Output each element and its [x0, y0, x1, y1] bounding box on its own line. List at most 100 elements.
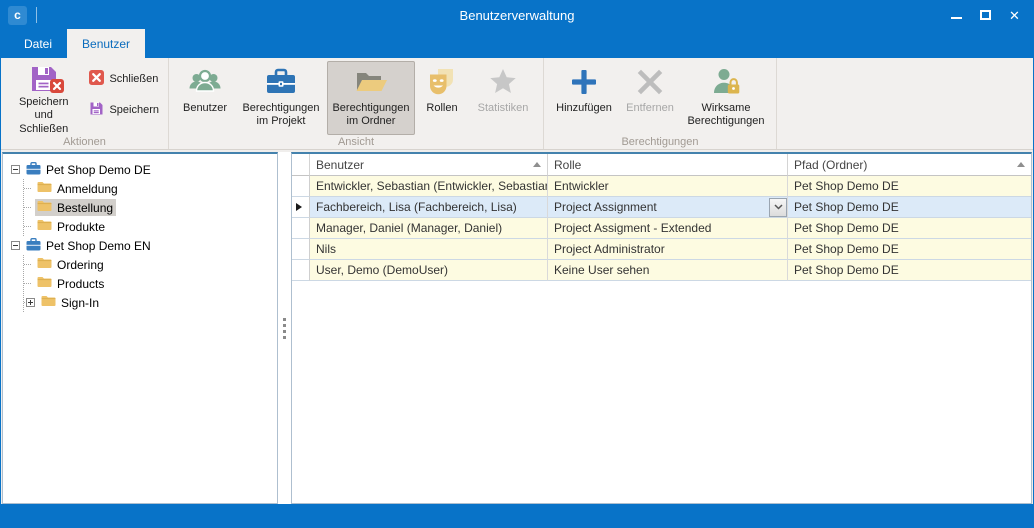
- window-controls: ✕: [942, 1, 1029, 29]
- grid-row[interactable]: User, Demo (DemoUser) Keine User sehen P…: [292, 260, 1031, 281]
- cell-benutzer[interactable]: User, Demo (DemoUser): [310, 260, 548, 281]
- project-tree-panel: Pet Shop Demo DE Anmeldung: [2, 152, 278, 504]
- tab-datei[interactable]: Datei: [9, 29, 67, 58]
- tree-item-bestellung[interactable]: Bestellung: [24, 198, 277, 217]
- cell-pfad[interactable]: Pet Shop Demo DE: [788, 218, 1031, 239]
- cell-rolle[interactable]: Project Assigment - Extended: [548, 218, 788, 239]
- tree-item-project-en[interactable]: Pet Shop Demo EN: [11, 236, 277, 255]
- chevron-down-icon: [774, 204, 783, 210]
- ribbon-group-aktionen: Speichern und Schließen Schließen Speich…: [1, 58, 169, 149]
- grid-row[interactable]: Nils Project Administrator Pet Shop Demo…: [292, 239, 1031, 260]
- cell-pfad[interactable]: Pet Shop Demo DE: [788, 260, 1031, 281]
- minimize-button[interactable]: [942, 1, 971, 29]
- tree-item-label: Products: [57, 277, 104, 291]
- folder-icon: [37, 200, 52, 215]
- entfernen-button[interactable]: Entfernen: [620, 61, 680, 135]
- close-badge-icon: [50, 79, 64, 97]
- panel-splitter[interactable]: [278, 152, 291, 504]
- tree-item-content[interactable]: Sign-In: [39, 294, 102, 311]
- open-folder-icon: [353, 64, 389, 100]
- tree-item-ordering[interactable]: Ordering: [24, 255, 277, 274]
- tree-item-project-de[interactable]: Pet Shop Demo DE: [11, 160, 277, 179]
- cell-rolle[interactable]: Project Administrator: [548, 239, 788, 260]
- maximize-icon: [980, 10, 991, 20]
- sort-asc-icon: [533, 162, 541, 167]
- tab-benutzer[interactable]: Benutzer: [67, 29, 145, 58]
- tree-item-content[interactable]: Anmeldung: [35, 180, 121, 197]
- berechtigungen-ordner-button[interactable]: Berechtigungen im Ordner: [327, 61, 415, 135]
- cell-rolle[interactable]: Keine User sehen: [548, 260, 788, 281]
- close-button[interactable]: ✕: [1000, 1, 1029, 29]
- cell-benutzer[interactable]: Manager, Daniel (Manager, Daniel): [310, 218, 548, 239]
- app-logo-letter: c: [14, 8, 21, 22]
- group-label-aktionen: Aktionen: [1, 136, 168, 148]
- permissions-grid: Benutzer Rolle Pfad (Ordner) Entwickler,…: [292, 154, 1031, 281]
- tree-item-sign-in[interactable]: Sign-In: [24, 293, 277, 312]
- cell-pfad[interactable]: Pet Shop Demo DE: [788, 239, 1031, 260]
- column-header-rolle[interactable]: Rolle: [548, 154, 788, 176]
- collapse-icon[interactable]: [11, 165, 20, 174]
- tree-node-pet-shop-demo-en: Pet Shop Demo EN Ordering: [11, 236, 277, 312]
- folder-icon: [41, 295, 56, 310]
- tree-item-content[interactable]: Ordering: [35, 256, 107, 273]
- cell-benutzer[interactable]: Nils: [310, 239, 548, 260]
- cell-pfad[interactable]: Pet Shop Demo DE: [788, 176, 1031, 197]
- floppy-close-icon: [29, 64, 59, 94]
- ribbon: Speichern und Schließen Schließen Speich…: [1, 58, 1033, 150]
- statistiken-label: Statistiken: [478, 102, 529, 115]
- row-indicator-cell[interactable]: [292, 260, 310, 281]
- tree-children: Ordering Products: [23, 255, 277, 312]
- tree-item-content[interactable]: Pet Shop Demo EN: [24, 237, 154, 255]
- grid-row-selected[interactable]: Fachbereich, Lisa (Fachbereich, Lisa) Pr…: [292, 197, 1031, 218]
- tree-item-anmeldung[interactable]: Anmeldung: [24, 179, 277, 198]
- floppy-icon: [89, 101, 104, 119]
- collapse-icon[interactable]: [11, 241, 20, 250]
- ribbon-tab-row: Datei Benutzer: [1, 29, 1033, 58]
- close-button-ribbon[interactable]: Schließen: [85, 67, 163, 91]
- ribbon-group-ansicht: Benutzer Berechtigungen im Projekt Berec…: [169, 58, 544, 149]
- benutzer-view-button[interactable]: Benutzer: [175, 61, 235, 135]
- column-header-benutzer[interactable]: Benutzer: [310, 154, 548, 176]
- sort-asc-icon: [1017, 162, 1025, 167]
- app-logo-icon[interactable]: c: [8, 6, 27, 25]
- group-label-ansicht: Ansicht: [169, 136, 543, 148]
- tree-item-products[interactable]: Products: [24, 274, 277, 293]
- cell-benutzer[interactable]: Fachbereich, Lisa (Fachbereich, Lisa): [310, 197, 548, 218]
- hinzufuegen-button[interactable]: Hinzufügen: [550, 61, 618, 135]
- grid-row[interactable]: Manager, Daniel (Manager, Daniel) Projec…: [292, 218, 1031, 239]
- tree-item-content[interactable]: Pet Shop Demo DE: [24, 161, 154, 179]
- masks-icon: [427, 64, 457, 100]
- row-indicator-cell[interactable]: [292, 176, 310, 197]
- star-icon: [488, 64, 518, 100]
- tree-item-content-selected[interactable]: Bestellung: [35, 199, 116, 216]
- splitter-grip-dot: [283, 324, 286, 327]
- row-indicator-cell[interactable]: [292, 197, 310, 218]
- maximize-button[interactable]: [971, 1, 1000, 29]
- expand-icon[interactable]: [26, 298, 35, 307]
- statistiken-button[interactable]: Statistiken: [469, 61, 537, 135]
- save-and-close-button[interactable]: Speichern und Schließen: [7, 61, 80, 135]
- cell-pfad[interactable]: Pet Shop Demo DE: [788, 197, 1031, 218]
- close-label: Schließen: [109, 73, 158, 85]
- berechtigungen-ordner-label: Berechtigungen im Ordner: [331, 102, 411, 129]
- cell-rolle[interactable]: Entwickler: [548, 176, 788, 197]
- cell-rolle-combobox[interactable]: Project Assignment: [548, 197, 788, 218]
- tree-children: Anmeldung Bestellung P: [23, 179, 277, 236]
- berechtigungen-projekt-button[interactable]: Berechtigungen im Projekt: [237, 61, 325, 135]
- save-button[interactable]: Speichern: [85, 98, 163, 122]
- project-briefcase-icon: [26, 238, 41, 254]
- combobox-dropdown-button[interactable]: [769, 198, 787, 217]
- permissions-grid-panel: Benutzer Rolle Pfad (Ordner) Entwickler,…: [291, 152, 1032, 504]
- wirksame-berechtigungen-button[interactable]: Wirksame Berechtigungen: [682, 61, 770, 135]
- row-indicator-cell[interactable]: [292, 218, 310, 239]
- row-indicator-cell[interactable]: [292, 239, 310, 260]
- tree-item-content[interactable]: Produkte: [35, 218, 108, 235]
- cell-benutzer[interactable]: Entwickler, Sebastian (Entwickler, Sebas…: [310, 176, 548, 197]
- tree-item-content[interactable]: Products: [35, 275, 107, 292]
- tree-item-produkte[interactable]: Produkte: [24, 217, 277, 236]
- folder-icon: [37, 219, 52, 234]
- column-header-pfad[interactable]: Pfad (Ordner): [788, 154, 1031, 176]
- rollen-button[interactable]: Rollen: [417, 61, 467, 135]
- grid-row[interactable]: Entwickler, Sebastian (Entwickler, Sebas…: [292, 176, 1031, 197]
- entfernen-label: Entfernen: [626, 102, 674, 115]
